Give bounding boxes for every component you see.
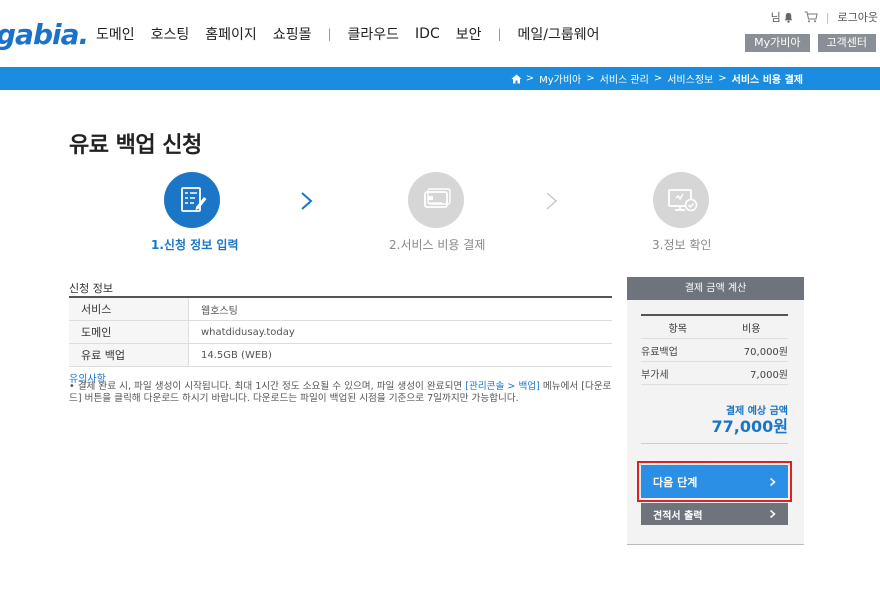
bell-icon[interactable] (783, 12, 794, 23)
row-value: 웹호스팅 (201, 305, 238, 317)
breadcrumb: > My가비아 > 서비스 관리 > 서비스정보 > 서비스 비용 결제 (511, 71, 806, 86)
nav-hosting[interactable]: 호스팅 (151, 24, 190, 44)
row-label: 유료 백업 (69, 344, 189, 366)
step-3-circle (653, 172, 709, 228)
user-name: 님 (770, 11, 781, 24)
step-2-circle (408, 172, 464, 228)
nav-domain[interactable]: 도메인 (96, 24, 135, 44)
support-center-button[interactable]: 고객센터 (817, 34, 876, 52)
chevron-right-icon (770, 509, 776, 519)
table-row: 서비스 웹호스팅 (69, 298, 612, 321)
nav-homepage[interactable]: 홈페이지 (205, 24, 257, 44)
payment-table: 항목 비용 유료백업 70,000원 부가세 7,000원 (641, 314, 788, 385)
credit-card-icon (424, 188, 451, 208)
application-info-table: 서비스 웹호스팅 도메인 whatdidusay.today 유료 백업 14.… (69, 296, 612, 367)
row-value: 14.5GB (WEB) (201, 349, 272, 361)
logout-link[interactable]: 로그아웃 (838, 9, 878, 25)
chevron-right-icon (770, 477, 776, 486)
header: gabia. 도메인 호스팅 홈페이지 쇼핑몰 | 클라우드 IDC 보안 | … (0, 0, 880, 67)
chevron-right-icon (301, 192, 313, 210)
divider (641, 443, 788, 444)
gabia-logo[interactable]: gabia. (0, 18, 89, 51)
home-icon[interactable] (511, 74, 522, 84)
form-edit-icon (181, 187, 207, 212)
step-2-label: 2.서비스 비용 결제 (389, 238, 486, 252)
nav-idc[interactable]: IDC (415, 26, 440, 42)
payment-row: 유료백업 70,000원 (641, 339, 788, 362)
notice-body: • 결제 완료 시, 파일 생성이 시작됩니다. 최대 1시간 정도 소요될 수… (69, 381, 614, 405)
utility-links: 님 | 로그아웃 (771, 9, 878, 25)
table-row: 유료 백업 14.5GB (WEB) (69, 344, 612, 367)
step-3-label: 3.정보 확인 (652, 238, 712, 252)
payment-item-label: 부가세 (641, 369, 669, 381)
management-console-link[interactable]: [관리콘솔 > 백업] (465, 381, 540, 392)
nav-cloud[interactable]: 클라우드 (348, 24, 400, 44)
print-quote-button[interactable]: 견적서 출력 (641, 503, 788, 525)
step-1-circle (164, 172, 220, 228)
row-value: whatdidusay.today (201, 326, 295, 338)
breadcrumb-service-management[interactable]: 서비스 관리 (600, 71, 649, 86)
column-header-cost: 비용 (742, 323, 761, 335)
main-navigation: 도메인 호스팅 홈페이지 쇼핑몰 | 클라우드 IDC 보안 | 메일/그룹웨어 (96, 24, 616, 44)
payment-calculation-panel: 결제 금액 계산 항목 비용 유료백업 70,000원 부가세 7,000원 결… (627, 277, 804, 545)
my-gabia-button[interactable]: My가비아 (745, 34, 810, 52)
payment-item-value: 7,000원 (750, 369, 788, 381)
util-separator: | (825, 10, 830, 24)
chevron-right-icon (546, 192, 558, 210)
table-row: 도메인 whatdidusay.today (69, 321, 612, 344)
payment-item-label: 유료백업 (641, 346, 678, 358)
print-quote-label: 견적서 출력 (653, 510, 703, 522)
row-label: 서비스 (69, 298, 189, 320)
cart-icon[interactable] (804, 11, 818, 23)
page-title: 유료 백업 신청 (69, 133, 202, 158)
section-title: 신청 정보 (69, 282, 113, 295)
payment-item-value: 70,000원 (743, 346, 788, 358)
location-bar: > My가비아 > 서비스 관리 > 서비스정보 > 서비스 비용 결제 (0, 67, 880, 90)
next-step-button[interactable]: 다음 단계 (641, 465, 788, 498)
total-amount: 77,000원 (711, 417, 788, 436)
payment-panel-title: 결제 금액 계산 (627, 277, 804, 300)
next-step-label: 다음 단계 (653, 475, 698, 489)
payment-row: 부가세 7,000원 (641, 362, 788, 385)
breadcrumb-current: 서비스 비용 결제 (731, 75, 803, 86)
utility-buttons: My가비아 고객센터 (737, 34, 876, 52)
column-header-item: 항목 (668, 323, 687, 335)
nav-shopping-mall[interactable]: 쇼핑몰 (273, 24, 312, 44)
payment-table-header: 항목 비용 (641, 316, 788, 339)
nav-mail-groupware[interactable]: 메일/그룹웨어 (518, 24, 600, 44)
nav-separator: | (497, 27, 502, 41)
monitor-check-icon (668, 189, 698, 212)
row-label: 도메인 (69, 321, 189, 343)
breadcrumb-service-info[interactable]: 서비스정보 (667, 71, 713, 86)
notice-text: • 결제 완료 시, 파일 생성이 시작됩니다. 최대 1시간 정도 소요될 수… (69, 381, 466, 392)
next-button-highlight: 다음 단계 (637, 461, 792, 502)
nav-separator: | (327, 27, 332, 41)
nav-security[interactable]: 보안 (456, 24, 482, 44)
breadcrumb-my-gabia[interactable]: My가비아 (539, 71, 581, 86)
step-1-label: 1.신청 정보 입력 (151, 238, 239, 252)
